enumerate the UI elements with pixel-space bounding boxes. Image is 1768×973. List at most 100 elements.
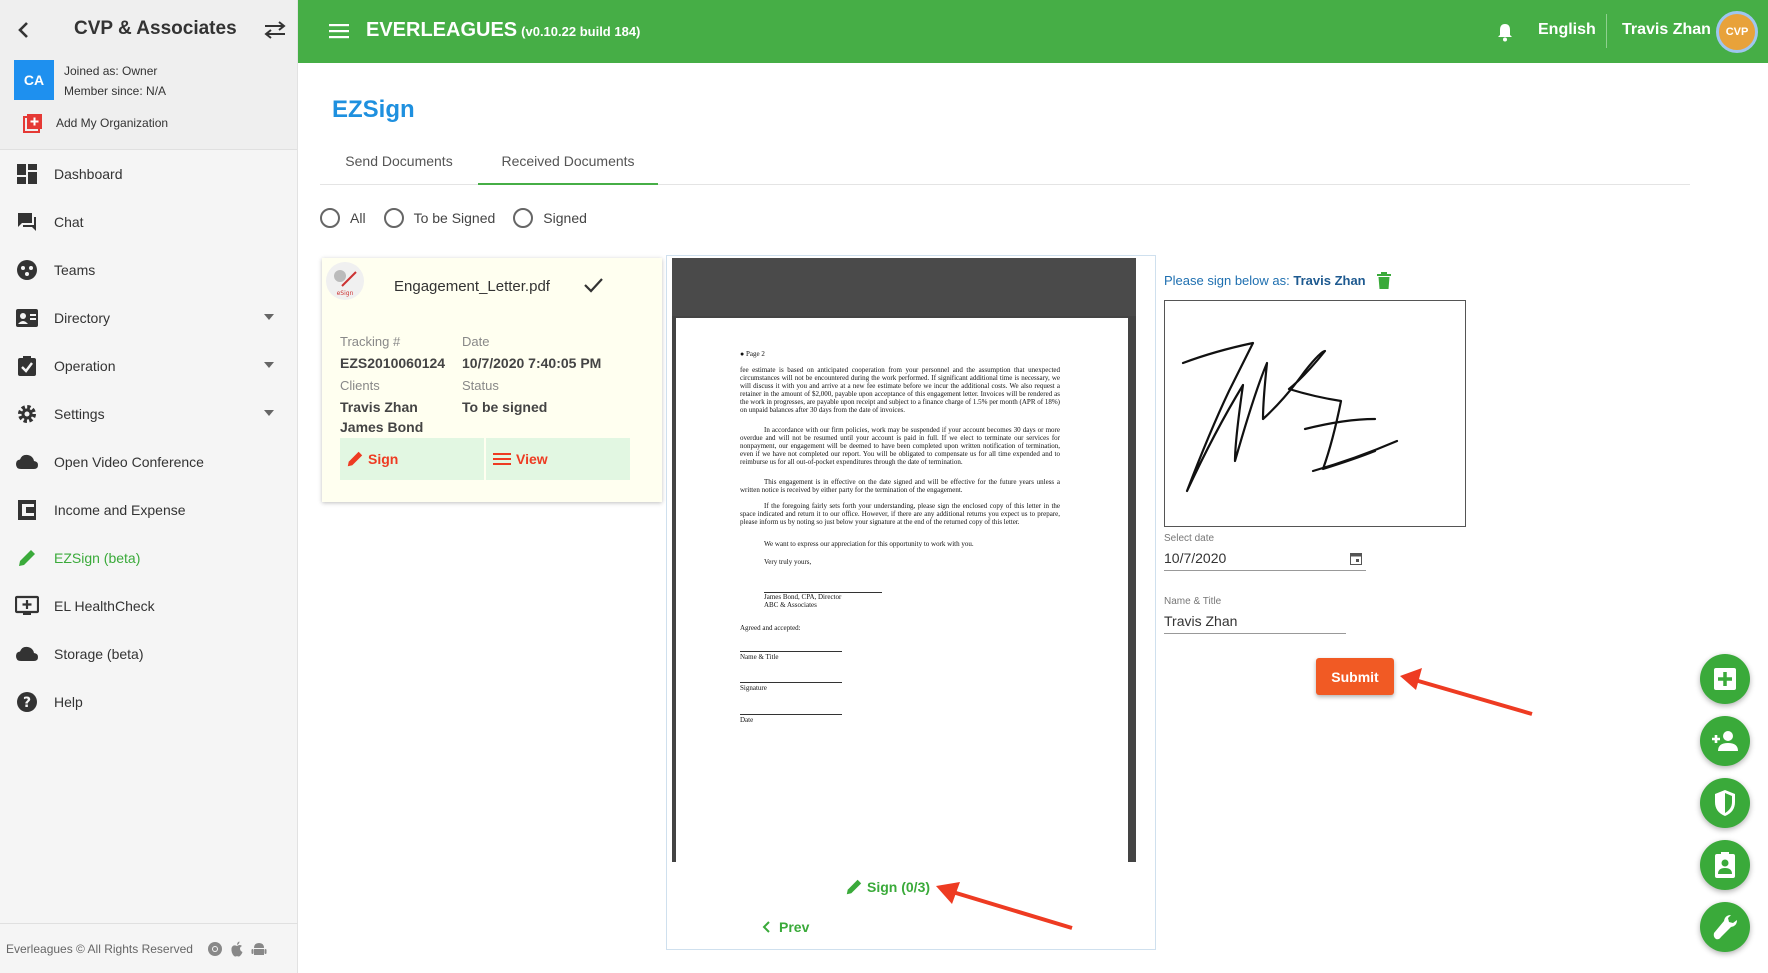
chevron-left-icon bbox=[762, 921, 770, 933]
trash-icon[interactable] bbox=[1376, 272, 1392, 290]
page-title: EZSign bbox=[332, 96, 415, 123]
sign-label: Sign bbox=[368, 451, 399, 467]
add-contact-fab-button[interactable] bbox=[1700, 716, 1750, 766]
sidebar-item-label: Open Video Conference bbox=[54, 454, 204, 470]
name-title-label: Name & Title bbox=[1164, 596, 1222, 607]
apple-icon[interactable] bbox=[229, 941, 245, 957]
sidebar-item-directory[interactable]: Directory bbox=[0, 294, 298, 342]
switch-org-icon[interactable] bbox=[262, 18, 288, 42]
user-avatar[interactable]: CVP bbox=[1716, 11, 1758, 53]
sidebar-item-storage[interactable]: Storage (beta) bbox=[0, 630, 298, 678]
signer-name: James Bond, CPA, Director bbox=[764, 593, 842, 601]
filter-signed[interactable]: Signed bbox=[513, 208, 587, 228]
tab-received-documents[interactable]: Received Documents bbox=[478, 140, 658, 185]
filter-to-be-signed[interactable]: To be Signed bbox=[383, 208, 495, 228]
org-header: CVP & Associates CA Joined as: Owner Mem… bbox=[0, 0, 297, 150]
wrench-icon bbox=[1713, 915, 1737, 940]
chevron-down-icon[interactable] bbox=[264, 362, 274, 368]
doc-paragraph: We want to express our appreciation for … bbox=[764, 540, 974, 548]
document-card[interactable]: eSign Engagement_Letter.pdf Tracking # E… bbox=[322, 258, 662, 502]
cloud-storage-icon bbox=[14, 641, 40, 667]
tools-fab-button[interactable] bbox=[1700, 902, 1750, 952]
sidebar-item-dashboard[interactable]: Dashboard bbox=[0, 150, 298, 198]
plus-box-icon bbox=[1714, 668, 1736, 690]
sidebar-item-chat[interactable]: Chat bbox=[0, 198, 298, 246]
client-name: Travis Zhan bbox=[340, 399, 418, 415]
clipboard-fab-button[interactable] bbox=[1700, 840, 1750, 890]
sidebar-item-label: Income and Expense bbox=[54, 502, 186, 518]
view-button[interactable]: View bbox=[486, 438, 630, 480]
language-selector[interactable]: English bbox=[1538, 21, 1596, 39]
doc-paragraph: This engagement is in effective on the d… bbox=[740, 478, 1060, 494]
pencil-icon bbox=[14, 545, 40, 571]
add-organization-link[interactable]: Add My Organization bbox=[22, 113, 168, 133]
name-title-input[interactable]: Travis Zhan bbox=[1164, 613, 1346, 634]
sidebar-item-help[interactable]: ? Help bbox=[0, 678, 298, 726]
file-name[interactable]: Engagement_Letter.pdf bbox=[394, 278, 550, 295]
sidebar-item-ezsign[interactable]: EZSign (beta) bbox=[0, 534, 298, 582]
viewer-sign-label: Sign bbox=[867, 879, 898, 895]
signature-drawing bbox=[1181, 341, 1399, 493]
check-icon bbox=[584, 278, 603, 293]
bell-icon[interactable] bbox=[1496, 22, 1514, 42]
tracking-number: EZS2010060124 bbox=[340, 355, 446, 371]
app-name: EVERLEAGUES bbox=[366, 19, 518, 41]
esign-logo: eSign bbox=[326, 262, 364, 300]
agreed-text: Agreed and accepted: bbox=[740, 624, 801, 632]
radio-all[interactable] bbox=[320, 208, 340, 228]
sidebar-item-label: EL HealthCheck bbox=[54, 598, 155, 614]
shield-icon bbox=[1715, 790, 1735, 816]
sign-button[interactable]: Sign bbox=[340, 438, 484, 480]
security-fab-button[interactable] bbox=[1700, 778, 1750, 828]
chrome-icon[interactable] bbox=[207, 941, 223, 957]
add-fab-button[interactable] bbox=[1700, 654, 1750, 704]
sidebar-item-settings[interactable]: Settings bbox=[0, 390, 298, 438]
back-arrow-icon[interactable] bbox=[12, 18, 36, 42]
radio-to-be-signed[interactable] bbox=[383, 208, 404, 228]
submit-button[interactable]: Submit bbox=[1316, 658, 1394, 695]
tab-send-documents[interactable]: Send Documents bbox=[320, 140, 478, 185]
date-input[interactable]: 10/7/2020 bbox=[1164, 550, 1366, 571]
topbar-divider bbox=[1606, 14, 1607, 48]
dashboard-icon bbox=[14, 161, 40, 187]
chevron-down-icon[interactable] bbox=[264, 410, 274, 416]
signature-line bbox=[740, 682, 842, 683]
teams-icon bbox=[14, 257, 40, 283]
hamburger-menu-icon[interactable] bbox=[328, 21, 350, 41]
sidebar-item-teams[interactable]: Teams bbox=[0, 246, 298, 294]
sidebar-item-label: Teams bbox=[54, 262, 96, 278]
org-meta: Joined as: Owner Member since: N/A bbox=[64, 61, 166, 101]
pdf-frame[interactable]: ● Page 2 fee estimate is based on antici… bbox=[672, 258, 1136, 862]
org-avatar[interactable]: CA bbox=[14, 60, 54, 100]
doc-paragraph: fee estimate is based on anticipated coo… bbox=[740, 366, 1060, 414]
signer-name: Travis Zhan bbox=[1293, 273, 1366, 288]
sidebar-item-label: Chat bbox=[54, 214, 84, 230]
viewer-sign-button[interactable]: Sign (0/3) bbox=[845, 878, 930, 896]
sidebar-item-video-conference[interactable]: Open Video Conference bbox=[0, 438, 298, 486]
android-icon[interactable] bbox=[251, 941, 267, 957]
sidebar-item-label: Directory bbox=[54, 310, 111, 326]
app-title: EVERLEAGUES (v0.10.22 build 184) bbox=[366, 19, 640, 42]
view-label: View bbox=[516, 451, 548, 467]
annotation-arrow bbox=[1400, 668, 1533, 716]
add-organization-label: Add My Organization bbox=[56, 116, 169, 130]
sidebar-item-income-expense[interactable]: Income and Expense bbox=[0, 486, 298, 534]
radio-signed[interactable] bbox=[513, 208, 534, 228]
name-title-line-label: Name & Title bbox=[740, 653, 779, 661]
prev-page-button[interactable]: Prev bbox=[759, 919, 809, 935]
signature-pad[interactable] bbox=[1164, 300, 1466, 527]
doc-paragraph: If the foregoing fairly sets forth your … bbox=[740, 502, 1060, 526]
person-add-icon bbox=[1712, 731, 1738, 751]
sidebar-item-operation[interactable]: Operation bbox=[0, 342, 298, 390]
sidebar-item-healthcheck[interactable]: EL HealthCheck bbox=[0, 582, 298, 630]
date-label: Date bbox=[462, 334, 490, 349]
chevron-down-icon[interactable] bbox=[264, 314, 274, 320]
sidebar-item-label: Operation bbox=[54, 358, 116, 374]
status-value: To be signed bbox=[462, 399, 548, 415]
sign-progress: (0/3) bbox=[901, 879, 931, 895]
status-label: Status bbox=[462, 378, 499, 393]
cloud-icon bbox=[14, 449, 40, 475]
calendar-icon[interactable] bbox=[1350, 552, 1362, 565]
filter-all[interactable]: All bbox=[320, 208, 366, 228]
user-name[interactable]: Travis Zhan bbox=[1622, 21, 1711, 39]
